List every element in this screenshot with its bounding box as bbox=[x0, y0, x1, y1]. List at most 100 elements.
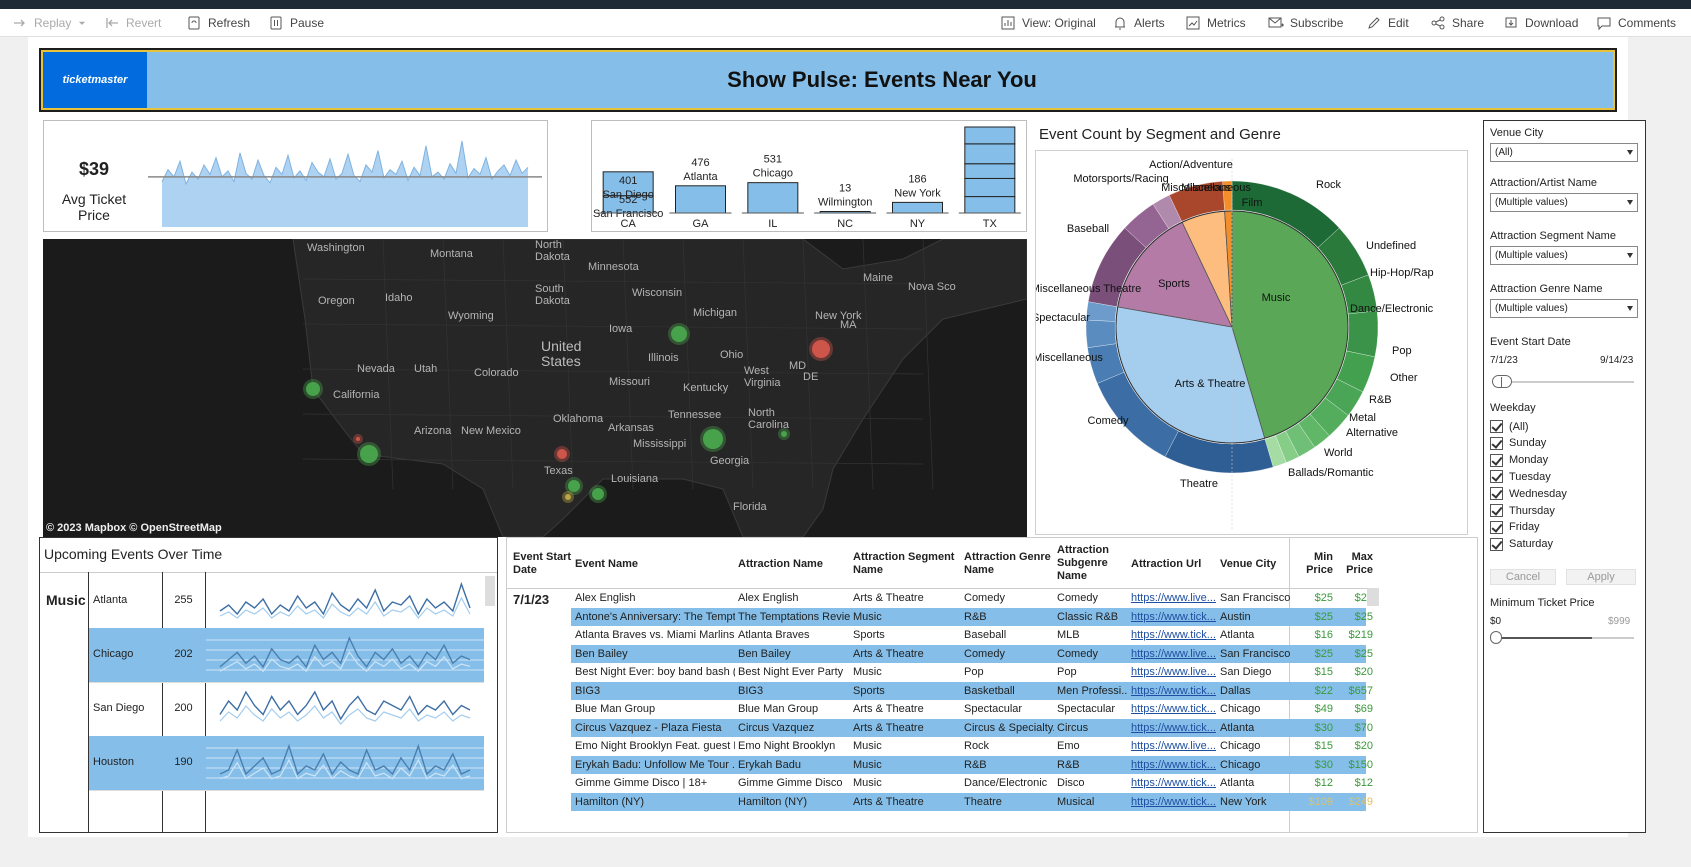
upcoming-sparkline[interactable] bbox=[206, 574, 484, 628]
upcoming-row[interactable]: Chicago 202 bbox=[89, 628, 484, 682]
upcoming-scrollbar[interactable] bbox=[485, 576, 495, 606]
attraction-url-link[interactable]: https://www.live... bbox=[1131, 592, 1217, 604]
column-header[interactable]: Event Start Date bbox=[513, 551, 573, 577]
event-location-marker[interactable] bbox=[781, 431, 787, 437]
date-slider-track[interactable] bbox=[1494, 381, 1634, 383]
state-bar-segment[interactable] bbox=[964, 163, 1016, 179]
chevron-down-icon[interactable] bbox=[77, 15, 87, 31]
event-location-marker[interactable] bbox=[356, 437, 360, 441]
upcoming-row[interactable]: San Diego 200 bbox=[89, 682, 484, 736]
event-location-marker[interactable] bbox=[565, 494, 571, 500]
event-location-marker[interactable] bbox=[557, 449, 567, 459]
checkbox-checked-icon[interactable] bbox=[1490, 453, 1503, 467]
upcoming-row[interactable]: Houston 190 bbox=[89, 736, 484, 790]
column-header[interactable]: Attraction Url bbox=[1131, 558, 1217, 571]
event-location-marker[interactable] bbox=[592, 488, 604, 500]
alerts-button[interactable]: Alerts bbox=[1112, 14, 1165, 32]
weekday-option[interactable]: Tuesday bbox=[1490, 470, 1551, 484]
venue-city-dropdown[interactable]: (All) bbox=[1490, 143, 1638, 162]
apply-button[interactable]: Apply bbox=[1566, 569, 1636, 585]
segment-genre-donut[interactable]: Music Arts & Theatre Sports Miscellaneous Fi… bbox=[1031, 151, 1467, 534]
price-slider-handle[interactable] bbox=[1490, 631, 1502, 644]
attraction-url-link[interactable]: https://www.tick... bbox=[1131, 777, 1217, 789]
pause-button[interactable]: Pause bbox=[268, 14, 324, 32]
event-location-marker[interactable] bbox=[812, 340, 830, 358]
upcoming-sparkline[interactable] bbox=[206, 736, 484, 790]
checkbox-checked-icon[interactable] bbox=[1490, 470, 1503, 484]
column-header[interactable]: Venue City bbox=[1220, 558, 1294, 571]
checkbox-checked-icon[interactable] bbox=[1490, 436, 1503, 450]
attraction-url-link[interactable]: https://www.tick... bbox=[1131, 722, 1217, 734]
state-bar[interactable] bbox=[892, 201, 943, 214]
upcoming-sparkline[interactable] bbox=[206, 682, 484, 736]
state-bar[interactable] bbox=[675, 185, 726, 214]
avg-price-label: Avg Ticket Price bbox=[61, 191, 127, 223]
attraction-url-link[interactable]: https://www.live... bbox=[1131, 648, 1217, 660]
weekday-option[interactable]: Sunday bbox=[1490, 436, 1546, 450]
state-bar-segment[interactable] bbox=[964, 196, 1016, 214]
attraction-url-link[interactable]: https://www.tick... bbox=[1131, 703, 1217, 715]
attraction-url-link[interactable]: https://www.tick... bbox=[1131, 611, 1217, 623]
state-bar-chart[interactable]: 401San Diego552San FranciscoCA476Atlanta… bbox=[592, 121, 1026, 231]
state-bar-segment[interactable] bbox=[964, 143, 1016, 165]
event-location-marker[interactable] bbox=[306, 382, 320, 396]
download-button[interactable]: Download bbox=[1503, 14, 1578, 32]
event-map[interactable]: Washington Montana North Dakota Minnesota So… bbox=[43, 239, 1027, 537]
checkbox-checked-icon[interactable] bbox=[1490, 537, 1503, 551]
cancel-button[interactable]: Cancel bbox=[1490, 569, 1556, 585]
weekday-option[interactable]: Thursday bbox=[1490, 504, 1555, 517]
view-original-button[interactable]: View: Original bbox=[1000, 14, 1096, 32]
table-scrollbar[interactable] bbox=[1367, 588, 1379, 606]
checkbox-checked-icon[interactable] bbox=[1490, 520, 1503, 534]
attraction-url-link[interactable]: https://www.tick... bbox=[1131, 759, 1217, 771]
checkbox-checked-icon[interactable] bbox=[1490, 420, 1503, 433]
genre-slice[interactable] bbox=[1346, 310, 1379, 358]
column-header[interactable]: Attraction Subgenre Name bbox=[1057, 544, 1127, 583]
column-header[interactable]: Min Price bbox=[1297, 551, 1333, 577]
event-location-marker[interactable] bbox=[671, 326, 687, 342]
column-header[interactable]: Attraction Name bbox=[738, 558, 850, 571]
weekday-option[interactable]: (All) bbox=[1490, 420, 1529, 433]
state-bar-segment[interactable] bbox=[964, 177, 1016, 198]
weekday-option[interactable]: Friday bbox=[1490, 520, 1540, 534]
attraction-url-link[interactable]: https://www.tick... bbox=[1131, 629, 1217, 641]
date-slider-handle[interactable] bbox=[1492, 375, 1512, 388]
edit-button[interactable]: Edit bbox=[1366, 14, 1409, 32]
chevron-down-icon bbox=[1627, 306, 1633, 311]
checkbox-checked-icon[interactable] bbox=[1490, 487, 1503, 501]
column-header[interactable]: Event Name bbox=[575, 558, 735, 571]
weekday-option[interactable]: Wednesday bbox=[1490, 487, 1567, 501]
artist-dropdown[interactable]: (Multiple values) bbox=[1490, 193, 1638, 212]
subscribe-button[interactable]: Subscribe bbox=[1268, 14, 1343, 32]
checkbox-checked-icon[interactable] bbox=[1490, 504, 1503, 517]
attraction-url-link[interactable]: https://www.tick... bbox=[1131, 685, 1217, 697]
attraction-url-link[interactable]: https://www.live... bbox=[1131, 666, 1217, 678]
upcoming-sparkline[interactable] bbox=[206, 628, 484, 682]
refresh-button[interactable]: Refresh bbox=[186, 14, 250, 32]
event-location-marker[interactable] bbox=[568, 480, 580, 492]
attraction-url-link[interactable]: https://www.live... bbox=[1131, 740, 1217, 752]
event-location-marker[interactable] bbox=[703, 429, 723, 449]
column-header[interactable]: Attraction Segment Name bbox=[853, 551, 961, 577]
column-header[interactable]: Attraction Genre Name bbox=[964, 551, 1054, 577]
revert-button[interactable]: Revert bbox=[104, 14, 161, 32]
attraction-url-link[interactable]: https://www.tick... bbox=[1131, 796, 1217, 808]
state-bar[interactable] bbox=[747, 182, 799, 214]
weekday-option[interactable]: Saturday bbox=[1490, 537, 1553, 551]
map-label: Minnesota bbox=[588, 261, 639, 273]
price-slider-track[interactable] bbox=[1494, 637, 1634, 639]
weekday-option[interactable]: Monday bbox=[1490, 453, 1548, 467]
table-cell: $15 bbox=[1314, 666, 1333, 678]
genre-slice[interactable] bbox=[1085, 319, 1117, 348]
column-header[interactable]: Max Price bbox=[1337, 551, 1373, 577]
segment-dropdown[interactable]: (Multiple values) bbox=[1490, 246, 1638, 265]
state-bar-segment[interactable] bbox=[964, 126, 1016, 145]
event-location-marker[interactable] bbox=[360, 445, 378, 463]
upcoming-row[interactable]: Atlanta 255 bbox=[89, 574, 484, 628]
replay-button[interactable]: Replay bbox=[12, 14, 87, 32]
metrics-button[interactable]: Metrics bbox=[1185, 14, 1246, 32]
avg-price-sparkline[interactable] bbox=[148, 123, 546, 229]
genre-dropdown[interactable]: (Multiple values) bbox=[1490, 299, 1638, 318]
comments-button[interactable]: Comments bbox=[1596, 14, 1676, 32]
share-button[interactable]: Share bbox=[1430, 14, 1484, 32]
